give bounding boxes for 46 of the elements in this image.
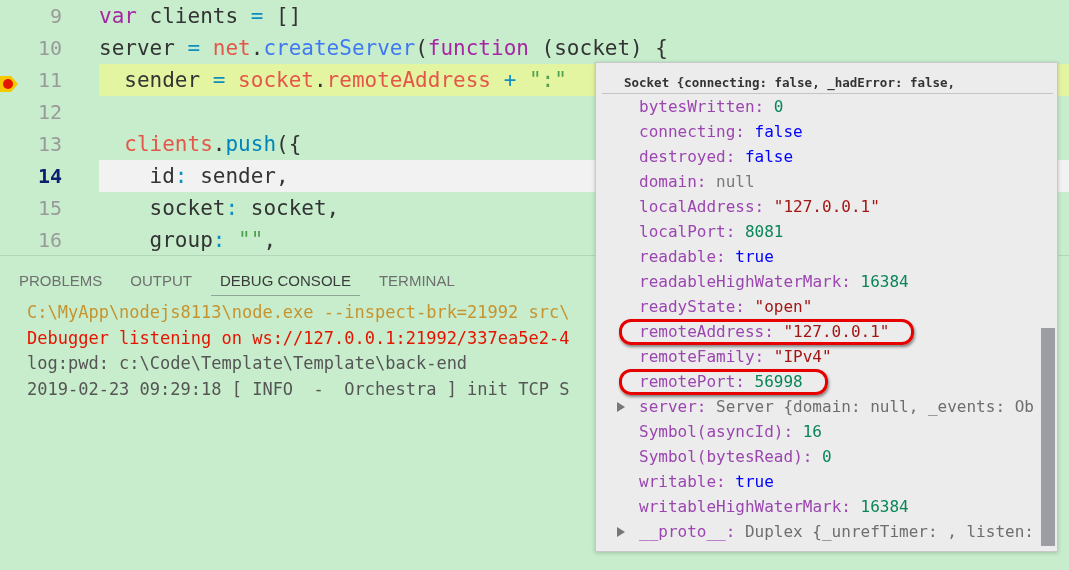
property-line[interactable]: __proto__: Duplex {_unrefTimer: , listen: [639, 522, 1034, 541]
property-line[interactable]: readableHighWaterMark: 16384 [639, 272, 909, 291]
property-line[interactable]: connecting: false [639, 122, 803, 141]
property-line[interactable]: server: Server {domain: null, _events: Ob [639, 397, 1034, 416]
property-line[interactable]: bytesWritten: 0 [639, 97, 784, 116]
code-line: group: "", [148, 228, 277, 252]
panel-tab[interactable]: OUTPUT [121, 268, 202, 296]
expand-arrow-icon[interactable] [617, 527, 625, 537]
property-line[interactable]: remotePort: 56998 [639, 372, 803, 391]
scrollbar[interactable] [1041, 328, 1055, 546]
code-line: id: sender, [148, 164, 289, 188]
code-line: server = net.createServer(function (socket) { [99, 36, 668, 60]
property-line[interactable]: destroyed: false [639, 147, 794, 166]
property-line[interactable]: localPort: 8081 [639, 222, 784, 241]
line-number: 9 [49, 4, 62, 28]
panel-tab[interactable]: DEBUG CONSOLE [211, 268, 360, 296]
property-line[interactable]: readable: true [639, 247, 774, 266]
panel-tab[interactable]: TERMINAL [369, 268, 464, 296]
code-line: sender = socket.remoteAddress + ":" [123, 68, 567, 92]
line-number: 11 [37, 68, 62, 92]
property-line[interactable]: localAddress: "127.0.0.1" [639, 197, 880, 216]
code-line: var clients = [] [99, 4, 302, 28]
line-number: 12 [37, 100, 62, 124]
console-line: 2019-02-23 09:29:18 [ INFO - Orchestra ] init TCP S [27, 377, 570, 401]
property-line[interactable]: writableHighWaterMark: 16384 [639, 497, 909, 516]
line-number: 13 [37, 132, 62, 156]
console-line: Debugger listening on ws://127.0.0.1:21992/337ea5e2-4 [27, 326, 570, 350]
property-line[interactable]: remoteAddress: "127.0.0.1" [639, 322, 890, 341]
panel-tab[interactable]: PROBLEMS [10, 268, 112, 296]
property-line[interactable]: readyState: "open" [639, 297, 813, 316]
expand-arrow-icon[interactable] [617, 402, 625, 412]
breakpoint-icon[interactable] [0, 76, 18, 92]
line-number: 14 [37, 164, 62, 188]
property-line[interactable]: remoteFamily: "IPv4" [639, 347, 832, 366]
line-number: 10 [37, 36, 62, 60]
code-line: clients.push({ [123, 132, 302, 156]
hover-title: Socket {connecting: false, _hadError: false, [602, 63, 1053, 94]
line-number: 15 [37, 196, 62, 220]
console-line: C:\MyApp\nodejs8113\node.exe --inspect-brk=21992 src\ [27, 301, 570, 324]
line-number: 16 [37, 228, 62, 252]
property-line[interactable]: writable: true [639, 472, 774, 491]
property-line[interactable]: Symbol(asyncId): 16 [639, 422, 822, 441]
console-line: log:pwd: c:\Code\Template\Template\back-end [27, 352, 468, 375]
property-line[interactable]: domain: null [639, 172, 755, 191]
property-line[interactable]: Symbol(bytesRead): 0 [639, 447, 832, 466]
code-line: socket: socket, [148, 196, 340, 220]
